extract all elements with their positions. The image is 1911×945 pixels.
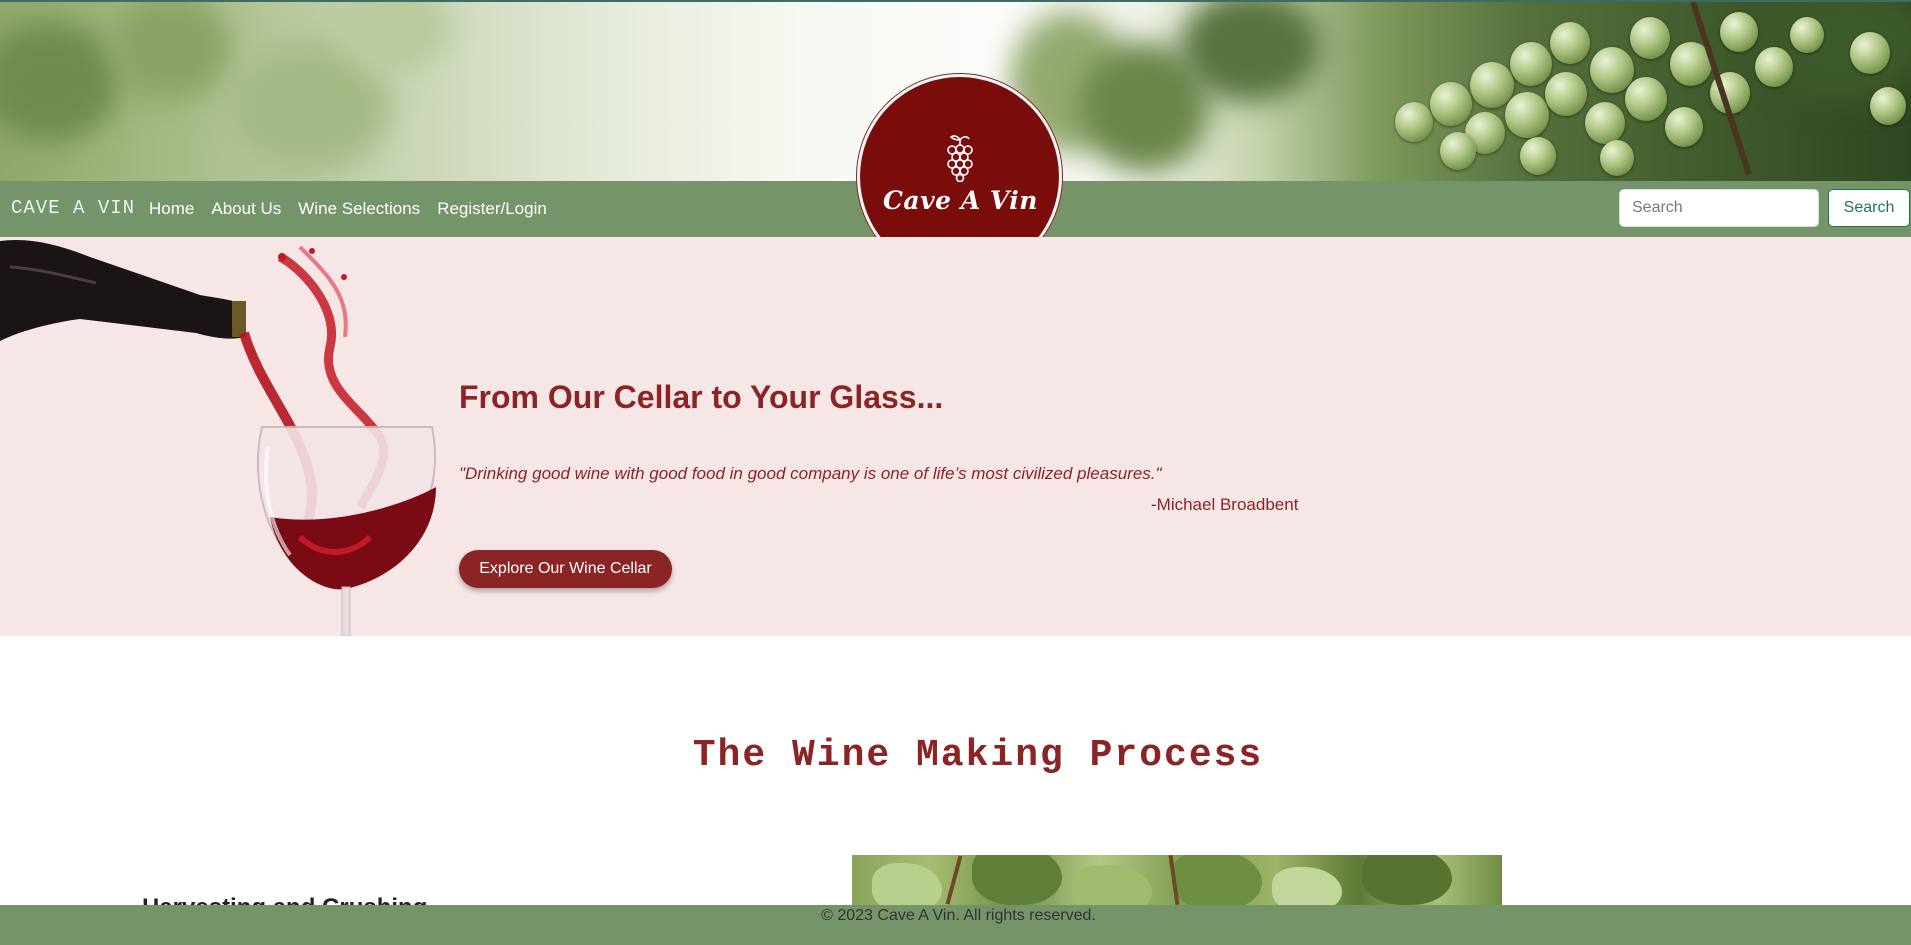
process-section-title: The Wine Making Process (692, 734, 1264, 777)
vineyard-image (852, 855, 1502, 905)
hero-quote-attribution: -Michael Broadbent (1151, 495, 1299, 514)
nav-link-about-us[interactable]: About Us (211, 199, 281, 219)
nav-link-register-login[interactable]: Register/Login (437, 199, 547, 219)
footer: © 2023 Cave A Vin. All rights reserved. (0, 905, 1911, 945)
hero-title: From Our Cellar to Your Glass... (459, 379, 944, 415)
nav-links: Home About Us Wine Selections Register/L… (149, 199, 564, 219)
hero-section: From Our Cellar to Your Glass... "Drinki… (0, 237, 1911, 636)
hero-quote: "Drinking good wine with good food in go… (459, 464, 1162, 483)
explore-wine-cellar-button[interactable]: Explore Our Wine Cellar (459, 550, 672, 588)
wine-pour-illustration (0, 239, 436, 636)
logo-text: Cave A Vin (883, 186, 1038, 215)
footer-copyright: © 2023 Cave A Vin. All rights reserved. (821, 907, 1096, 924)
grapes-icon (947, 135, 973, 182)
nav-link-home[interactable]: Home (149, 199, 194, 219)
search-input[interactable] (1619, 189, 1819, 227)
nav-link-wine-selections[interactable]: Wine Selections (298, 199, 420, 219)
search-button[interactable]: Search (1828, 189, 1910, 227)
brand-name[interactable]: CAVE A VIN (11, 197, 135, 219)
